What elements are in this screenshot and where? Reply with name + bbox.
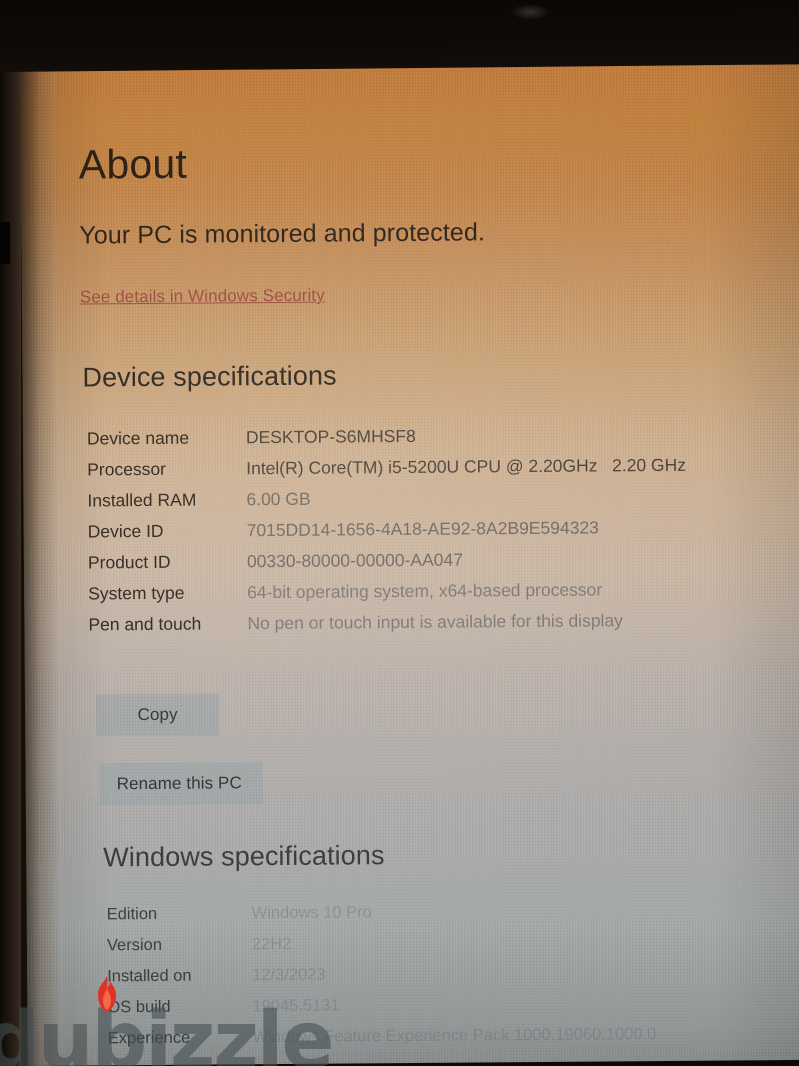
spec-value: 12/3/2023 (252, 965, 326, 985)
spec-value: 22H2 (251, 934, 292, 954)
laptop-bezel-left (0, 60, 21, 1066)
spec-value: No pen or touch input is available for t… (247, 610, 623, 634)
windows-specifications-table: Edition Windows 10 Pro Version 22H2 Inst… (63, 894, 799, 1055)
spec-label: OS build (107, 997, 171, 1017)
settings-about-screen: About Your PC is monitored and protected… (20, 57, 799, 1066)
laptop-bezel-top (0, 0, 799, 72)
spec-value: 6.00 GB (246, 488, 311, 510)
windows-security-details-link[interactable]: See details in Windows Security (80, 286, 325, 308)
spec-label: Device name (86, 427, 190, 449)
spec-value: 7015DD14-1656-4A18-AE92-8A2B9E594323 (246, 517, 599, 541)
spec-value: Intel(R) Core(TM) i5-5200U CPU @ 2.20GHz… (246, 454, 687, 479)
spec-label: Version (106, 935, 163, 955)
spec-label: Product ID (87, 551, 171, 573)
copy-button[interactable]: Copy (95, 693, 220, 737)
table-row: Pen and touch No pen or touch input is a… (60, 604, 799, 641)
bezel-left-shadow (16, 66, 60, 1066)
spec-value: 19045.5131 (252, 996, 340, 1016)
spec-label: Installed RAM (87, 489, 197, 511)
about-page-content: About Your PC is monitored and protected… (56, 58, 799, 1066)
device-specifications-table: Device name DESKTOP-S6MHSF8 Processor In… (59, 418, 799, 641)
spec-label: Experience (107, 1028, 191, 1048)
webcam-glint (510, 4, 550, 20)
spec-label: Pen and touch (88, 613, 202, 635)
windows-specifications-heading: Windows specifications (103, 840, 385, 873)
spec-label: Installed on (107, 966, 192, 986)
spec-value: DESKTOP-S6MHSF8 (245, 425, 416, 448)
protection-status-text: Your PC is monitored and protected. (79, 218, 486, 250)
spec-value: Windows Feature Experience Pack 1000.190… (252, 1025, 657, 1047)
spec-label: System type (88, 582, 185, 604)
spec-label: Edition (106, 904, 158, 924)
spec-value: 00330-80000-00000-AA047 (246, 549, 463, 572)
page-title: About (78, 140, 188, 188)
spec-value: 64-bit operating system, x64-based proce… (247, 579, 603, 603)
laptop-screen-photo: About Your PC is monitored and protected… (0, 0, 799, 1066)
spec-label: Processor (87, 458, 167, 480)
device-specifications-heading: Device specifications (82, 360, 337, 393)
rename-this-pc-button[interactable]: Rename this PC (99, 762, 263, 806)
spec-label: Device ID (87, 520, 164, 542)
bezel-left-notch (0, 222, 10, 264)
table-row: Experience Windows Feature Experience Pa… (64, 1018, 799, 1055)
spec-value: Windows 10 Pro (251, 903, 372, 923)
